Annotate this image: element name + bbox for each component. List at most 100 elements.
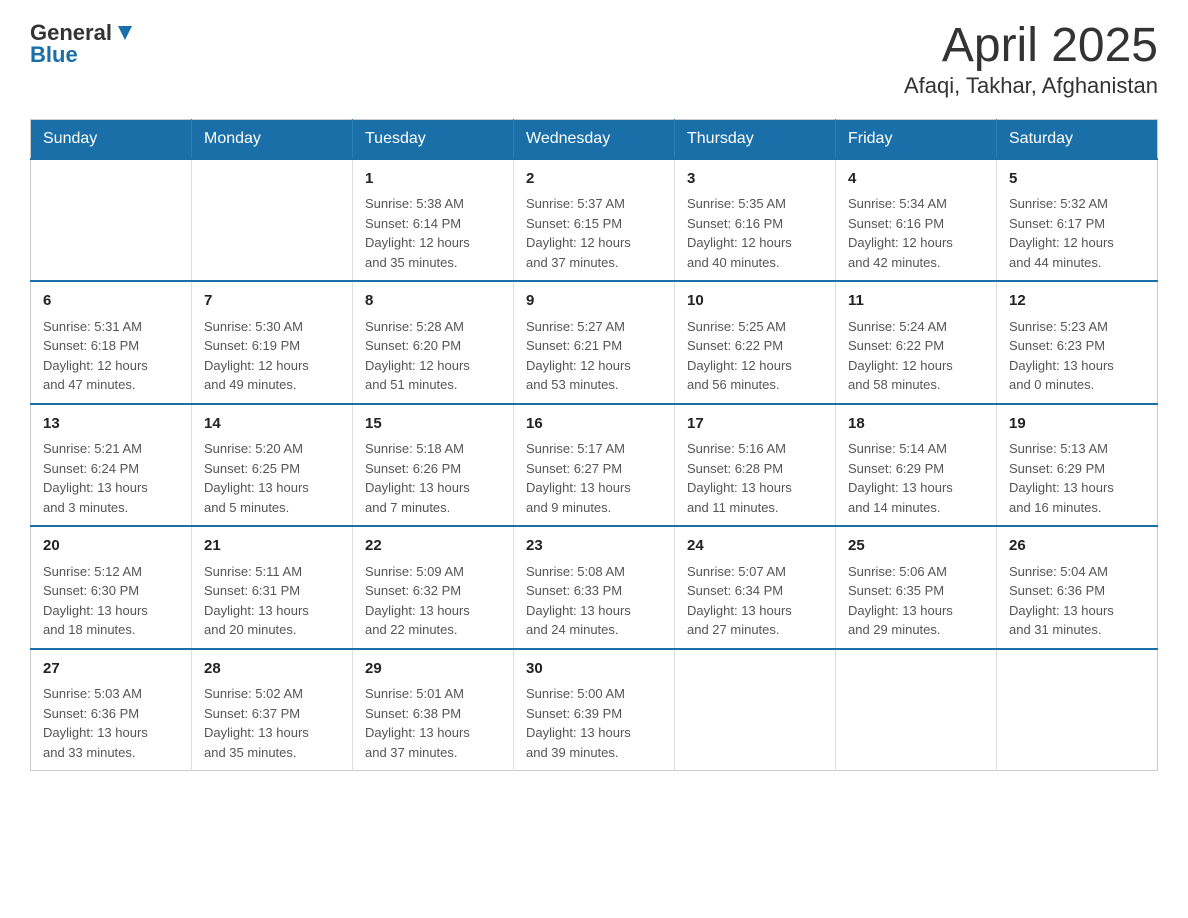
- page-header: General Blue April 2025 Afaqi, Takhar, A…: [30, 20, 1158, 99]
- day-number: 1: [365, 168, 501, 191]
- day-number: 12: [1009, 290, 1145, 313]
- calendar-cell: 25 Sunrise: 5:06 AM Sunset: 6:35 PM Dayli…: [836, 526, 997, 649]
- day-info: Sunrise: 5:06 AM Sunset: 6:35 PM Dayligh…: [848, 562, 984, 640]
- day-info: Sunrise: 5:30 AM Sunset: 6:19 PM Dayligh…: [204, 317, 340, 395]
- day-number: 29: [365, 658, 501, 681]
- logo-blue-text: Blue: [30, 42, 78, 68]
- weekday-header-monday: Monday: [192, 119, 353, 159]
- day-number: 5: [1009, 168, 1145, 191]
- calendar-cell: [836, 649, 997, 771]
- day-number: 30: [526, 658, 662, 681]
- day-info: Sunrise: 5:16 AM Sunset: 6:28 PM Dayligh…: [687, 439, 823, 517]
- logo-arrow-icon: [114, 22, 136, 44]
- day-number: 11: [848, 290, 984, 313]
- day-number: 25: [848, 535, 984, 558]
- day-number: 8: [365, 290, 501, 313]
- day-info: Sunrise: 5:24 AM Sunset: 6:22 PM Dayligh…: [848, 317, 984, 395]
- day-info: Sunrise: 5:14 AM Sunset: 6:29 PM Dayligh…: [848, 439, 984, 517]
- day-number: 9: [526, 290, 662, 313]
- day-number: 7: [204, 290, 340, 313]
- calendar-cell: 24 Sunrise: 5:07 AM Sunset: 6:34 PM Dayli…: [675, 526, 836, 649]
- calendar-cell: 11 Sunrise: 5:24 AM Sunset: 6:22 PM Dayli…: [836, 281, 997, 404]
- day-info: Sunrise: 5:13 AM Sunset: 6:29 PM Dayligh…: [1009, 439, 1145, 517]
- day-info: Sunrise: 5:18 AM Sunset: 6:26 PM Dayligh…: [365, 439, 501, 517]
- day-info: Sunrise: 5:07 AM Sunset: 6:34 PM Dayligh…: [687, 562, 823, 640]
- calendar-cell: 4 Sunrise: 5:34 AM Sunset: 6:16 PM Daylig…: [836, 159, 997, 282]
- day-info: Sunrise: 5:32 AM Sunset: 6:17 PM Dayligh…: [1009, 194, 1145, 272]
- day-info: Sunrise: 5:12 AM Sunset: 6:30 PM Dayligh…: [43, 562, 179, 640]
- calendar-week-row: 20 Sunrise: 5:12 AM Sunset: 6:30 PM Dayli…: [31, 526, 1158, 649]
- page-title: April 2025: [904, 20, 1158, 73]
- day-number: 22: [365, 535, 501, 558]
- calendar-cell: 7 Sunrise: 5:30 AM Sunset: 6:19 PM Daylig…: [192, 281, 353, 404]
- day-info: Sunrise: 5:21 AM Sunset: 6:24 PM Dayligh…: [43, 439, 179, 517]
- day-number: 13: [43, 413, 179, 436]
- calendar-cell: 16 Sunrise: 5:17 AM Sunset: 6:27 PM Dayli…: [514, 404, 675, 527]
- day-number: 16: [526, 413, 662, 436]
- calendar-cell: 28 Sunrise: 5:02 AM Sunset: 6:37 PM Dayli…: [192, 649, 353, 771]
- calendar-cell: [675, 649, 836, 771]
- day-info: Sunrise: 5:04 AM Sunset: 6:36 PM Dayligh…: [1009, 562, 1145, 640]
- calendar-cell: 27Sunrise: 5:03 AM Sunset: 6:36 PM Dayli…: [31, 649, 192, 771]
- day-number: 2: [526, 168, 662, 191]
- day-info: Sunrise: 5:35 AM Sunset: 6:16 PM Dayligh…: [687, 194, 823, 272]
- day-number: 27: [43, 658, 179, 681]
- day-number: 20: [43, 535, 179, 558]
- calendar-cell: 21Sunrise: 5:11 AM Sunset: 6:31 PM Dayli…: [192, 526, 353, 649]
- calendar-table: SundayMondayTuesdayWednesdayThursdayFrid…: [30, 119, 1158, 772]
- calendar-cell: 10Sunrise: 5:25 AM Sunset: 6:22 PM Dayli…: [675, 281, 836, 404]
- day-number: 15: [365, 413, 501, 436]
- day-info: Sunrise: 5:09 AM Sunset: 6:32 PM Dayligh…: [365, 562, 501, 640]
- calendar-cell: 20 Sunrise: 5:12 AM Sunset: 6:30 PM Dayli…: [31, 526, 192, 649]
- day-info: Sunrise: 5:37 AM Sunset: 6:15 PM Dayligh…: [526, 194, 662, 272]
- day-info: Sunrise: 5:20 AM Sunset: 6:25 PM Dayligh…: [204, 439, 340, 517]
- calendar-cell: 26 Sunrise: 5:04 AM Sunset: 6:36 PM Dayli…: [997, 526, 1158, 649]
- calendar-cell: 2 Sunrise: 5:37 AM Sunset: 6:15 PM Daylig…: [514, 159, 675, 282]
- title-block: April 2025 Afaqi, Takhar, Afghanistan: [904, 20, 1158, 99]
- day-number: 24: [687, 535, 823, 558]
- calendar-week-row: 1 Sunrise: 5:38 AM Sunset: 6:14 PM Daylig…: [31, 159, 1158, 282]
- weekday-header-row: SundayMondayTuesdayWednesdayThursdayFrid…: [31, 119, 1158, 159]
- day-info: Sunrise: 5:08 AM Sunset: 6:33 PM Dayligh…: [526, 562, 662, 640]
- day-number: 3: [687, 168, 823, 191]
- calendar-cell: [192, 159, 353, 282]
- calendar-header: SundayMondayTuesdayWednesdayThursdayFrid…: [31, 119, 1158, 159]
- calendar-week-row: 13 Sunrise: 5:21 AM Sunset: 6:24 PM Dayli…: [31, 404, 1158, 527]
- calendar-cell: 29 Sunrise: 5:01 AM Sunset: 6:38 PM Dayli…: [353, 649, 514, 771]
- page-subtitle: Afaqi, Takhar, Afghanistan: [904, 73, 1158, 99]
- day-number: 21: [204, 535, 340, 558]
- weekday-header-saturday: Saturday: [997, 119, 1158, 159]
- calendar-cell: 5 Sunrise: 5:32 AM Sunset: 6:17 PM Daylig…: [997, 159, 1158, 282]
- day-number: 14: [204, 413, 340, 436]
- day-info: Sunrise: 5:01 AM Sunset: 6:38 PM Dayligh…: [365, 684, 501, 762]
- calendar-body: 1 Sunrise: 5:38 AM Sunset: 6:14 PM Daylig…: [31, 159, 1158, 771]
- calendar-cell: 13 Sunrise: 5:21 AM Sunset: 6:24 PM Dayli…: [31, 404, 192, 527]
- calendar-cell: 17Sunrise: 5:16 AM Sunset: 6:28 PM Dayli…: [675, 404, 836, 527]
- calendar-cell: [31, 159, 192, 282]
- weekday-header-thursday: Thursday: [675, 119, 836, 159]
- day-number: 18: [848, 413, 984, 436]
- calendar-cell: 9 Sunrise: 5:27 AM Sunset: 6:21 PM Daylig…: [514, 281, 675, 404]
- day-info: Sunrise: 5:17 AM Sunset: 6:27 PM Dayligh…: [526, 439, 662, 517]
- calendar-cell: 15 Sunrise: 5:18 AM Sunset: 6:26 PM Dayli…: [353, 404, 514, 527]
- calendar-cell: 22 Sunrise: 5:09 AM Sunset: 6:32 PM Dayli…: [353, 526, 514, 649]
- weekday-header-friday: Friday: [836, 119, 997, 159]
- day-number: 28: [204, 658, 340, 681]
- weekday-header-sunday: Sunday: [31, 119, 192, 159]
- calendar-cell: 19 Sunrise: 5:13 AM Sunset: 6:29 PM Dayli…: [997, 404, 1158, 527]
- day-number: 6: [43, 290, 179, 313]
- day-info: Sunrise: 5:25 AM Sunset: 6:22 PM Dayligh…: [687, 317, 823, 395]
- day-number: 4: [848, 168, 984, 191]
- day-info: Sunrise: 5:02 AM Sunset: 6:37 PM Dayligh…: [204, 684, 340, 762]
- calendar-cell: 3 Sunrise: 5:35 AM Sunset: 6:16 PM Daylig…: [675, 159, 836, 282]
- calendar-cell: 8 Sunrise: 5:28 AM Sunset: 6:20 PM Daylig…: [353, 281, 514, 404]
- day-info: Sunrise: 5:34 AM Sunset: 6:16 PM Dayligh…: [848, 194, 984, 272]
- weekday-header-tuesday: Tuesday: [353, 119, 514, 159]
- day-number: 19: [1009, 413, 1145, 436]
- logo: General Blue: [30, 20, 136, 68]
- day-number: 26: [1009, 535, 1145, 558]
- day-info: Sunrise: 5:23 AM Sunset: 6:23 PM Dayligh…: [1009, 317, 1145, 395]
- day-info: Sunrise: 5:27 AM Sunset: 6:21 PM Dayligh…: [526, 317, 662, 395]
- day-info: Sunrise: 5:38 AM Sunset: 6:14 PM Dayligh…: [365, 194, 501, 272]
- day-info: Sunrise: 5:28 AM Sunset: 6:20 PM Dayligh…: [365, 317, 501, 395]
